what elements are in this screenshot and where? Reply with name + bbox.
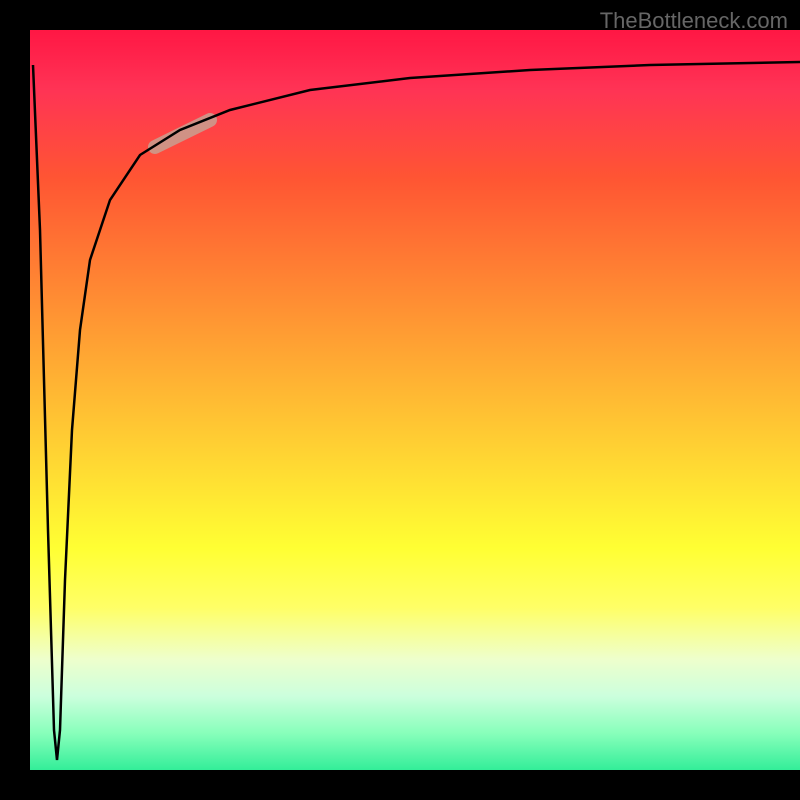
chart-plot-area [30,30,800,770]
bottleneck-curve-line [33,62,800,760]
watermark-text: TheBottleneck.com [600,8,788,34]
curve-highlight-segment [155,120,210,147]
chart-svg [30,30,800,770]
